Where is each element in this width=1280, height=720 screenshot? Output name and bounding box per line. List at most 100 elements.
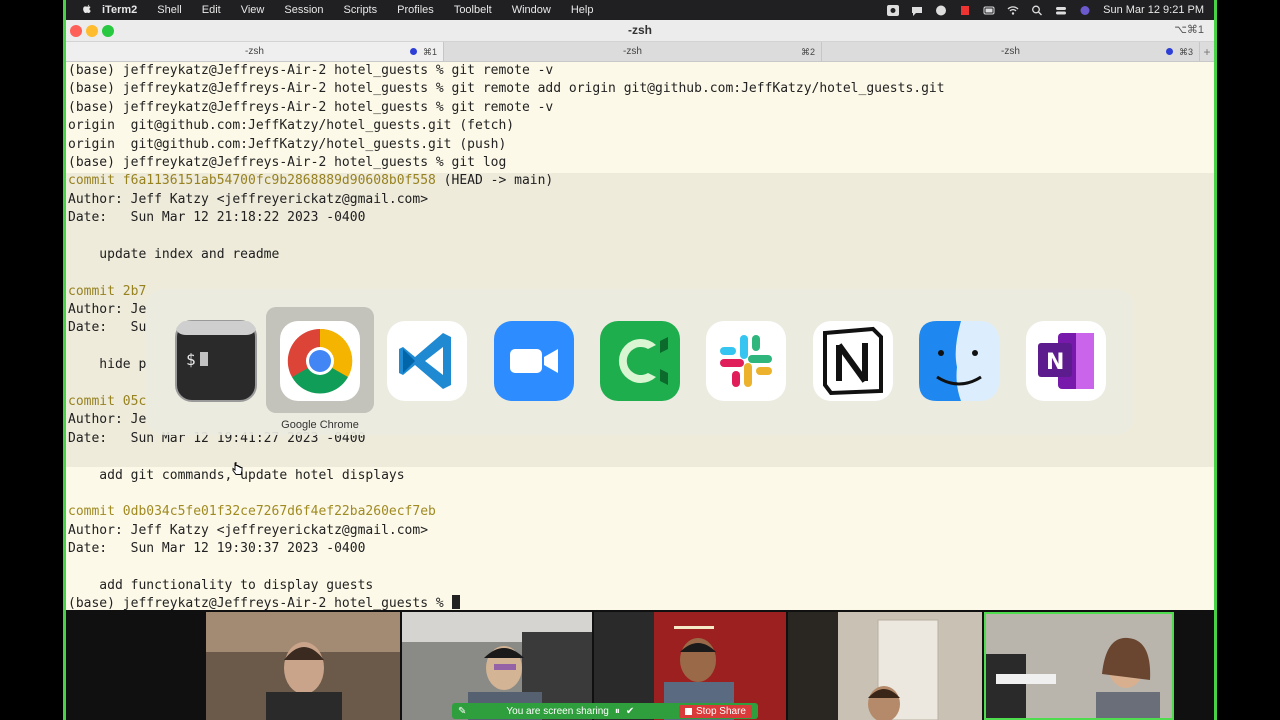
tab-label: -zsh [1001,46,1020,57]
notification-icon[interactable] [911,5,923,16]
spotlight-search-icon[interactable] [1031,5,1043,16]
tab-1[interactable]: -zsh ⌘1 [66,42,444,61]
finder-icon[interactable] [917,319,1001,403]
zoom-status-icon[interactable] [935,5,947,16]
terminal-line: commit 0db034c5fe01f32ce7267d6f4ef22ba26… [66,503,1214,521]
sharing-status-text: You are screen sharing [506,705,609,717]
terminal-line: (base) jeffreykatz@Jeffreys-Air-2 hotel_… [66,99,1214,117]
line-text: Author: Je [68,412,147,428]
menu-help[interactable]: Help [561,4,604,16]
red-status-icon[interactable] [959,5,971,16]
menu-toolbelt[interactable]: Toolbelt [444,4,502,16]
terminal-line: origin git@github.com:JeffKatzy/hotel_gu… [66,136,1214,154]
menu-app-name[interactable]: iTerm2 [94,4,147,16]
stop-square-icon [684,707,692,715]
tab-shortcut: ⌘2 [800,47,815,57]
window-title: -zsh [628,23,652,37]
line-text: (base) jeffreykatz@Jeffreys-Air-2 hotel_… [68,63,554,78]
line-text: origin git@github.com:JeffKatzy/hotel_gu… [68,136,507,152]
hand-cursor-icon [232,462,243,475]
commit-hash: commit 0db034c5fe01f32ce7267d6f4ef22ba26… [68,504,436,520]
terminal-line: add functionality to display guests [66,577,1214,595]
stop-share-button[interactable]: Stop Share [678,704,752,718]
terminal-line: Author: Jeff Katzy <jeffreyerickatz@gmai… [66,522,1214,540]
activity-dot-icon [1166,48,1173,55]
slack-icon[interactable] [704,319,788,403]
pause-share-icon[interactable]: ⏸ [615,706,620,717]
control-center-icon[interactable] [1055,5,1067,16]
line-text: hide p [68,357,147,373]
right-black-border [1214,0,1280,720]
menu-profiles[interactable]: Profiles [387,4,444,16]
chrome-icon[interactable] [278,319,362,403]
line-text: Author: Jeff Katzy <jeffreyerickatz@gmai… [68,522,429,538]
vscode-icon[interactable] [385,319,469,403]
tab-shortcut: ⌘3 [1178,47,1193,57]
line-text: Date: Sun Mar 12 19:30:37 2023 -0400 [68,541,366,557]
svg-text:$: $ [186,350,196,369]
commit-hash: commit 05c [68,394,147,410]
terminal-line: update index and readme [66,246,1214,264]
terminal-line: commit f6a1136151ab54700fc9b2868889d9060… [66,172,1214,190]
line-text: (base) jeffreykatz@Jeffreys-Air-2 hotel_… [68,99,554,115]
line-text: Date: Sun Mar 12 21:18:22 2023 -0400 [68,210,366,226]
switcher-selected-label: Google Chrome [281,419,359,431]
line-text: Author: Jeff Katzy <jeffreyerickatz@gmai… [68,191,429,207]
window-titlebar[interactable]: -zsh ⌥⌘1 [66,20,1214,42]
onenote-icon[interactable]: N [1024,319,1108,403]
terminal-icon[interactable]: $ [174,319,258,403]
recording-icon[interactable] [887,4,900,16]
tab-label: -zsh [245,46,264,57]
new-tab-plus-icon[interactable]: + [1200,42,1214,61]
tab-label: -zsh [623,46,642,57]
terminal-line: (base) jeffreykatz@Jeffreys-Air-2 hotel_… [66,62,1214,80]
line-text: (base) jeffreykatz@Jeffreys-Air-2 hotel_… [68,596,452,610]
line-text: Date: Su [68,320,147,336]
tab-3[interactable]: -zsh ⌘3 [822,42,1200,61]
commit-hash: commit f6a1136151ab54700fc9b2868889d9060… [68,173,436,189]
left-black-border [0,0,66,720]
app-switcher: $ N Google Chrome [146,289,1134,435]
participant-video-4[interactable] [788,612,982,720]
tab-bar: -zsh ⌘1 -zsh ⌘2 -zsh ⌘3 + [66,42,1214,62]
menu-edit[interactable]: Edit [192,4,231,16]
menu-session[interactable]: Session [274,4,333,16]
tab-2[interactable]: -zsh ⌘2 [444,42,822,61]
line-text: add functionality to display guests [68,577,374,593]
line-text: Author: Je [68,302,147,318]
shield-icon[interactable]: ✔ [626,706,634,717]
terminal-line: (base) jeffreykatz@Jeffreys-Air-2 hotel_… [66,595,1214,610]
window-shortcut: ⌥⌘1 [1174,24,1204,36]
siri-icon[interactable] [1079,5,1091,16]
participant-video-5-active[interactable] [984,612,1174,720]
terminal-line: origin git@github.com:JeffKatzy/hotel_gu… [66,117,1214,135]
wifi-icon[interactable] [1007,5,1019,16]
terminal-line: (base) jeffreykatz@Jeffreys-Air-2 hotel_… [66,154,1214,172]
line-text: (base) jeffreykatz@Jeffreys-Air-2 hotel_… [68,81,945,97]
terminal-cursor [451,595,460,610]
terminal-line: Author: Jeff Katzy <jeffreyerickatz@gmai… [66,191,1214,209]
commit-hash: commit 2b7 [68,283,147,299]
apple-icon[interactable] [80,3,94,17]
svg-text:N: N [1046,350,1064,375]
zoom-icon[interactable] [492,319,576,403]
screen-share-bar: ✎ You are screen sharing ⏸ ✔ Stop Share [452,703,758,719]
battery-icon[interactable] [983,5,995,16]
camtasia-icon[interactable] [598,319,682,403]
menu-window[interactable]: Window [502,4,561,16]
commit-ref: (HEAD -> main) [435,173,554,189]
menubar-clock[interactable]: Sun Mar 12 9:21 PM [1103,4,1204,16]
menu-scripts[interactable]: Scripts [334,4,388,16]
line-text: (base) jeffreykatz@Jeffreys-Air-2 hotel_… [68,154,507,170]
stop-share-label: Stop Share [695,705,746,717]
menu-view[interactable]: View [231,4,275,16]
participant-video-1[interactable] [206,612,400,720]
notion-icon[interactable] [811,319,895,403]
share-controls-icon[interactable]: ✎ [458,706,466,717]
terminal-line: (base) jeffreykatz@Jeffreys-Air-2 hotel_… [66,80,1214,98]
menu-shell[interactable]: Shell [147,4,191,16]
